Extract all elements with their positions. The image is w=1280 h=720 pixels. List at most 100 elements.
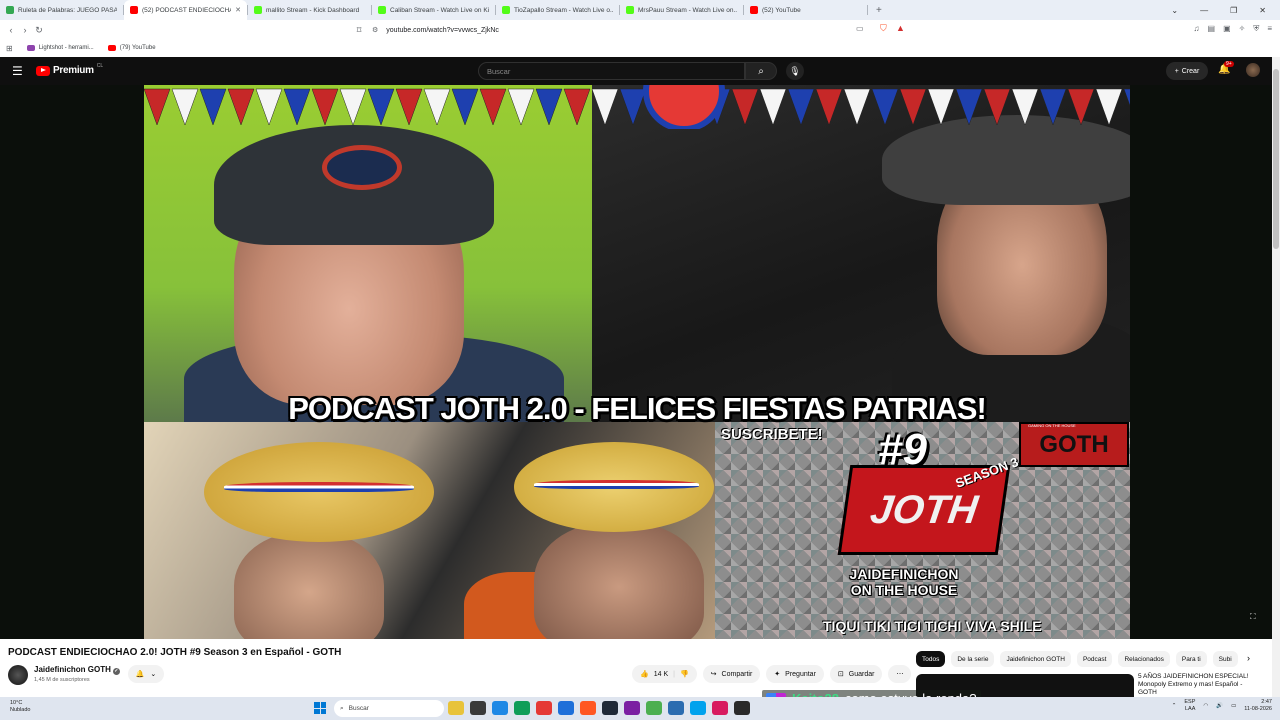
sidebar-icon[interactable]: ▤ xyxy=(1208,24,1216,34)
new-tab-button[interactable]: + xyxy=(868,5,890,16)
filter-chip[interactable]: Subi xyxy=(1212,651,1238,667)
menu-icon[interactable]: ≡ xyxy=(1267,24,1272,34)
bunting-flag xyxy=(1095,88,1123,126)
taskbar-app-icon[interactable] xyxy=(690,701,706,715)
bunting-flag xyxy=(507,88,535,126)
browser-tab[interactable]: (52) YouTube xyxy=(744,0,867,20)
related-chips: Todos De la serie Jaidefinichon GOTH Podcas… xyxy=(916,651,1238,667)
cast-icon[interactable]: ▭ xyxy=(856,24,864,33)
create-button[interactable]: + Crear xyxy=(1166,62,1208,80)
browser-tab[interactable]: Caliban Stream - Watch Live on Kick xyxy=(372,0,495,20)
search-input[interactable]: Buscar xyxy=(478,62,745,80)
notifications-button[interactable]: 🔔 9+ xyxy=(1218,61,1234,75)
goth-small-text: GAMING ON THE HOUSE xyxy=(1028,423,1076,428)
subscribe-graphic-text: SUSCRIBETE! xyxy=(721,426,823,443)
maximize-button[interactable]: ❐ xyxy=(1230,6,1237,15)
fullscreen-hint-icon[interactable]: ⛶ xyxy=(1250,612,1256,622)
battery-icon[interactable]: ▭ xyxy=(1231,703,1236,709)
brave-rewards-icon[interactable]: ▲ xyxy=(896,23,905,33)
filter-chip[interactable]: Relacionados xyxy=(1118,651,1170,667)
music-icon[interactable]: ♫ xyxy=(1194,24,1200,34)
leo-icon[interactable]: ✧ xyxy=(1239,24,1246,34)
page-scrollbar[interactable] xyxy=(1272,57,1280,697)
brand-text: JAIDEFINICHON ON THE HOUSE xyxy=(849,566,959,598)
taskbar-app-icon[interactable] xyxy=(492,701,508,715)
thumbs-down-icon[interactable]: 👎 xyxy=(680,670,689,678)
volume-icon[interactable]: 🔊 xyxy=(1216,703,1223,709)
filter-chip[interactable]: De la serie xyxy=(951,651,995,667)
reload-button[interactable]: ↻ xyxy=(32,25,46,36)
more-actions-button[interactable]: ⋯ xyxy=(888,665,912,683)
channel-avatar[interactable] xyxy=(8,665,28,685)
account-avatar[interactable] xyxy=(1246,63,1260,77)
channel-name[interactable]: Jaidefinichon GOTH ✓ xyxy=(34,665,120,675)
language-indicator[interactable]: ESP LAA xyxy=(1184,699,1195,713)
bunting-flag xyxy=(395,88,423,126)
scrollbar-thumb[interactable] xyxy=(1273,69,1279,249)
filter-chip[interactable]: Todos xyxy=(916,651,946,667)
taskbar-app-icon[interactable] xyxy=(580,701,596,715)
apps-grid-icon[interactable]: ⊞ xyxy=(6,44,13,53)
back-button[interactable]: ‹ xyxy=(4,25,18,35)
like-button[interactable]: 👍 14 K | 👎 xyxy=(632,665,697,683)
close-window-button[interactable]: ✕ xyxy=(1259,6,1266,15)
save-button[interactable]: ⊡ Guardar xyxy=(829,665,883,683)
search-button[interactable]: ⌕ xyxy=(745,62,777,80)
filter-chip[interactable]: Podcast xyxy=(1076,651,1113,667)
bookmark-lightshot[interactable]: Lightshot - herrami... xyxy=(26,45,94,51)
address-bar[interactable]: ⚙ youtube.com/watch?v=vvwcs_ZjkNc xyxy=(364,22,910,38)
taskbar-search[interactable]: ⌕ Buscar xyxy=(334,700,444,717)
hamburger-menu-icon[interactable]: ☰ xyxy=(12,64,23,78)
taskbar-app-icon[interactable] xyxy=(470,701,486,715)
forward-button[interactable]: › xyxy=(18,25,32,35)
thumbs-up-icon: 👍 xyxy=(640,671,649,678)
brave-shields-icon[interactable]: ⛉ xyxy=(880,23,887,34)
taskbar-app-icon[interactable] xyxy=(712,701,728,715)
video-player[interactable]: PODCAST JOTH 2.0 - FELICES FIESTAS PATRI… xyxy=(0,85,1272,639)
filter-chip[interactable]: Jaidefinichon GOTH xyxy=(1000,651,1071,667)
weather-widget[interactable]: 10°C Nublado xyxy=(10,700,31,714)
site-info-icon[interactable]: ⚙ xyxy=(372,26,378,34)
subscribed-bell-button[interactable]: 🔔 ⌄ xyxy=(128,665,164,683)
taskbar-app-icon[interactable] xyxy=(602,701,618,715)
tab-favicon-icon xyxy=(378,6,386,14)
vpn-icon[interactable]: ⛨ xyxy=(1253,24,1259,34)
taskbar-app-icon[interactable] xyxy=(514,701,530,715)
taskbar-app-icon[interactable] xyxy=(448,701,464,715)
bookmark-icon: ⊡ xyxy=(837,671,844,678)
wifi-icon[interactable]: ◠ xyxy=(1203,703,1208,709)
taskbar-app-icon[interactable] xyxy=(668,701,684,715)
ask-button[interactable]: ✦ Preguntar xyxy=(766,665,824,683)
start-button-icon[interactable] xyxy=(314,702,326,714)
browser-tab[interactable]: (52) PODCAST ENDIECIOCHAO ✕ xyxy=(124,0,247,20)
taskbar-app-icon[interactable] xyxy=(734,701,750,715)
bunting-flag xyxy=(171,88,199,126)
taskbar-app-icon[interactable] xyxy=(646,701,662,715)
voice-search-button[interactable]: 🎙 xyxy=(786,62,804,80)
webcam-top-right xyxy=(592,85,1130,445)
tab-favicon-icon xyxy=(626,6,634,14)
browser-tab[interactable]: Ruleta de Palabras: JUEGO PASAPALA... xyxy=(0,0,123,20)
browser-tab[interactable]: TioZapallo Stream - Watch Live o... xyxy=(496,0,619,20)
browser-tab[interactable]: MrsPauu Stream - Watch Live on... xyxy=(620,0,743,20)
tray-chevron-icon[interactable]: ⌃ xyxy=(1172,703,1177,709)
filter-chip[interactable]: Para ti xyxy=(1175,651,1207,667)
tab-search-chevron-icon[interactable]: ⌄ xyxy=(1171,6,1178,15)
share-button[interactable]: ↪ Compartir xyxy=(702,665,761,683)
bookmark-youtube[interactable]: (79) YouTube xyxy=(107,45,156,51)
bunting-flag xyxy=(815,88,843,126)
bell-icon: 🔔 xyxy=(135,671,145,678)
chevron-right-icon[interactable]: › xyxy=(1247,653,1250,663)
taskbar-app-icon[interactable] xyxy=(558,701,574,715)
close-tab-icon[interactable]: ✕ xyxy=(235,6,241,14)
taskbar-app-icon[interactable] xyxy=(536,701,552,715)
wallet-icon[interactable]: ▣ xyxy=(1223,24,1231,34)
bunting-flag xyxy=(983,88,1011,126)
clock[interactable]: 2:47 11-08-2026 xyxy=(1244,699,1272,713)
browser-tab[interactable]: mallito Stream - Kick Dashboard xyxy=(248,0,371,20)
tab-favicon-icon xyxy=(254,6,262,14)
taskbar-app-icon[interactable] xyxy=(624,701,640,715)
youtube-logo[interactable]: Premium CL xyxy=(36,63,103,76)
related-video-title[interactable]: 5 AÑOS JAIDEFINICHON ESPECIAL! Monopoly … xyxy=(1138,673,1258,697)
minimize-button[interactable]: — xyxy=(1200,6,1208,15)
